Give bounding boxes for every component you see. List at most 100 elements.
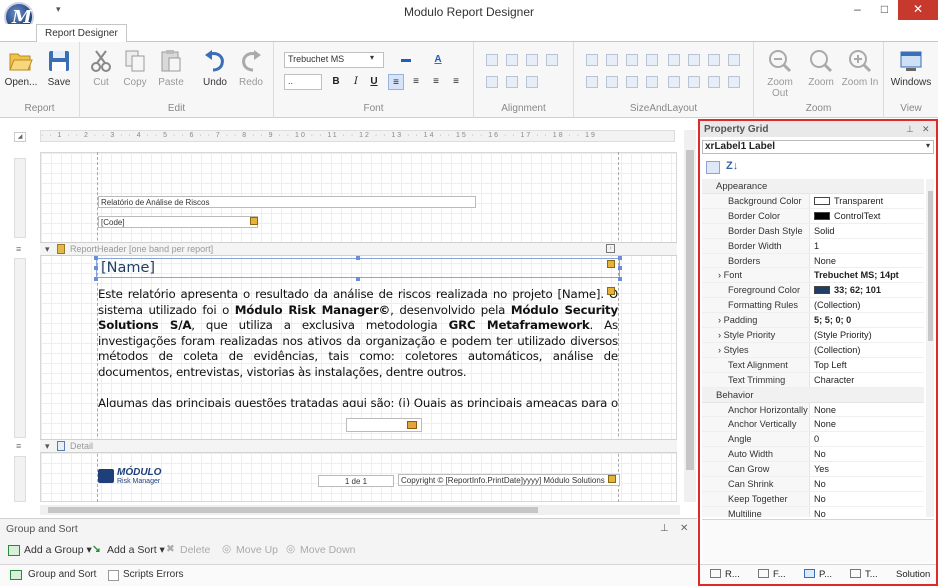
save-button[interactable]: Save — [42, 48, 76, 88]
resize-handle[interactable] — [618, 277, 622, 281]
property-row[interactable]: Text Trimming Character — [702, 372, 924, 388]
property-grid-scroll-thumb[interactable] — [928, 191, 933, 341]
resize-handle[interactable] — [94, 277, 98, 281]
copy-button[interactable]: Copy — [118, 48, 152, 88]
font-color-button[interactable]: A — [430, 52, 446, 68]
page-info-label[interactable]: 1 de 1 — [318, 475, 394, 487]
component-selector-dropdown-icon[interactable]: ▾ — [926, 141, 930, 150]
close-panel-icon[interactable]: ✕ — [680, 523, 688, 534]
align-tops-icon[interactable] — [486, 76, 498, 88]
justify-button[interactable]: ≡ — [448, 74, 464, 90]
property-value[interactable]: Character — [810, 373, 924, 387]
property-row[interactable]: Auto Width No — [702, 447, 924, 463]
property-row[interactable]: Keep Together No — [702, 491, 924, 507]
property-value[interactable]: None — [810, 417, 924, 431]
move-up-button[interactable]: Move Up — [236, 544, 278, 556]
property-row[interactable]: › Font Trebuchet MS; 14pt — [702, 268, 924, 284]
bring-to-front-icon[interactable] — [708, 76, 720, 88]
add-sort-button[interactable]: Add a Sort ▾ — [107, 544, 165, 556]
horizontal-spacing-equal-icon[interactable] — [668, 54, 680, 66]
designer-horizontal-scroll-thumb[interactable] — [48, 507, 538, 513]
report-title-label[interactable]: Relatório de Análise de Riscos — [98, 196, 476, 208]
property-row[interactable]: Background Color Transparent — [702, 194, 924, 209]
font-family-dropdown-icon[interactable]: ▾ — [370, 53, 374, 62]
windows-button[interactable]: Windows — [888, 48, 934, 88]
zoom-button[interactable]: Zoom — [804, 48, 838, 88]
picture-box-control[interactable] — [346, 418, 422, 432]
property-value[interactable]: No — [810, 477, 924, 491]
italic-button[interactable]: I — [348, 74, 364, 90]
redo-button[interactable]: Redo — [234, 48, 268, 88]
smart-tag-icon[interactable] — [607, 287, 615, 295]
font-family-combo[interactable]: Trebuchet MS — [284, 52, 384, 68]
send-to-back-icon[interactable] — [728, 76, 740, 88]
align-rights-icon[interactable] — [546, 54, 558, 66]
property-value[interactable]: No — [810, 492, 924, 506]
ruler-corner-button[interactable]: ◢ — [14, 132, 26, 142]
align-left-button[interactable]: ≡ — [388, 74, 404, 90]
modulo-logo[interactable]: MÓDULO Risk Manager — [98, 467, 168, 487]
align-middles-icon[interactable] — [506, 76, 518, 88]
collapse-band-icon[interactable]: ▾ — [45, 440, 50, 452]
property-category[interactable]: Behavior — [702, 387, 924, 403]
body-rich-text[interactable]: Este relatório apresenta o resultado da … — [98, 287, 618, 407]
zoom-in-button[interactable]: Zoom In — [840, 48, 880, 88]
tab-field-list[interactable]: F... — [758, 569, 786, 580]
property-value[interactable]: Solid — [810, 224, 924, 238]
property-row[interactable]: Angle 0 — [702, 432, 924, 448]
decrease-vertical-spacing-icon[interactable] — [626, 76, 638, 88]
property-row[interactable]: Multiline No — [702, 506, 924, 517]
center-vertically-icon[interactable] — [688, 76, 700, 88]
align-center-button[interactable]: ≡ — [408, 74, 424, 90]
property-value[interactable]: No — [810, 507, 924, 517]
resize-handle[interactable] — [356, 256, 360, 260]
highlight-color-icon[interactable]: ▬ — [398, 52, 414, 68]
designer-vertical-scroll-thumb[interactable] — [686, 150, 694, 470]
categorized-view-icon[interactable] — [706, 161, 720, 174]
smart-tag-icon[interactable] — [608, 475, 616, 483]
property-row[interactable]: Border Dash Style Solid — [702, 223, 924, 239]
property-row[interactable]: Border Color ControlText — [702, 208, 924, 224]
close-panel-icon[interactable]: ✕ — [922, 124, 930, 135]
tab-solution[interactable]: Solution — [896, 569, 930, 580]
tab-report-explorer[interactable]: R... — [710, 569, 740, 580]
open-button[interactable]: Open... — [4, 48, 38, 88]
resize-handle[interactable] — [94, 266, 98, 270]
property-row[interactable]: › Style Priority (Style Priority) — [702, 328, 924, 343]
align-lefts-icon[interactable] — [506, 54, 518, 66]
resize-handle[interactable] — [618, 256, 622, 260]
property-value[interactable]: Top Left — [810, 358, 924, 372]
property-value[interactable]: No — [810, 447, 924, 461]
property-row[interactable]: Border Width 1 — [702, 238, 924, 254]
make-same-width-icon[interactable] — [606, 54, 618, 66]
decrease-horizontal-spacing-icon[interactable] — [708, 54, 720, 66]
align-right-button[interactable]: ≡ — [428, 74, 444, 90]
increase-vertical-spacing-icon[interactable] — [606, 76, 618, 88]
property-row[interactable]: Borders None — [702, 253, 924, 269]
property-row[interactable]: Anchor Vertically None — [702, 417, 924, 433]
close-button[interactable]: ✕ — [898, 0, 938, 20]
band-smart-tag-icon[interactable]: › — [606, 244, 615, 253]
tab-report-designer[interactable]: Report Designer — [36, 24, 127, 43]
zoom-out-button[interactable]: Zoom Out — [760, 48, 800, 99]
add-group-button[interactable]: Add a Group ▾ — [24, 544, 92, 556]
detail-band-bar[interactable]: ▾ Detail — [40, 439, 677, 453]
tab-scripts-errors[interactable]: Scripts Errors — [123, 569, 184, 580]
resize-handle[interactable] — [94, 256, 98, 260]
remove-vertical-spacing-icon[interactable] — [646, 76, 658, 88]
make-same-size-icon[interactable] — [646, 54, 658, 66]
property-row[interactable]: Can Grow Yes — [702, 462, 924, 478]
resize-handle[interactable] — [356, 277, 360, 281]
component-selector[interactable]: xrLabel1 Label — [702, 140, 934, 154]
increase-horizontal-spacing-icon[interactable] — [688, 54, 700, 66]
property-value[interactable]: 5; 5; 0; 0 — [810, 313, 924, 327]
smart-tag-icon[interactable] — [250, 217, 258, 225]
alphabetical-view-icon[interactable]: Z↓ — [726, 160, 738, 172]
property-row[interactable]: Can Shrink No — [702, 477, 924, 492]
bold-button[interactable]: B — [328, 74, 344, 90]
delete-button[interactable]: Delete — [180, 544, 210, 556]
align-centers-icon[interactable] — [526, 54, 538, 66]
tab-property-grid[interactable]: P... — [804, 569, 832, 580]
property-value[interactable]: 0 — [810, 432, 924, 446]
property-category[interactable]: Appearance — [702, 179, 924, 194]
